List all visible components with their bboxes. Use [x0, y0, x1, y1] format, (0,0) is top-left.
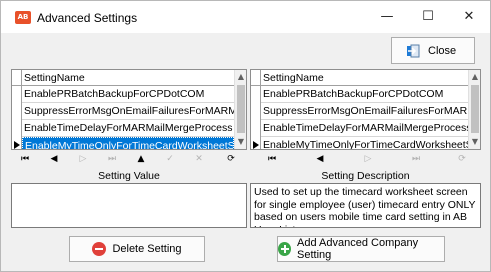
refresh-icon[interactable]: ⟳ — [221, 151, 241, 168]
close-button-label: Close — [428, 44, 457, 57]
row-header[interactable] — [251, 86, 261, 103]
close-window-button[interactable]: ✕ — [454, 7, 484, 27]
table-row[interactable]: SuppressErrorMsgOnEmailFailuresForMARMai… — [12, 103, 234, 120]
settings-grid-scrollbar[interactable]: ▲ ▼ — [234, 70, 246, 149]
description-grid-scrollbar[interactable]: ▲ ▼ — [468, 70, 480, 149]
scroll-up-icon[interactable]: ▲ — [235, 70, 246, 84]
setting-value-field[interactable] — [11, 183, 247, 228]
title-bar[interactable]: AB Advanced Settings — ☐ ✕ — [1, 1, 490, 33]
description-grid[interactable]: SettingName EnablePRBatchBackupForCPDotC… — [250, 69, 481, 150]
scroll-thumb[interactable] — [471, 85, 479, 133]
scroll-up-icon[interactable]: ▲ — [469, 70, 480, 84]
refresh-icon[interactable]: ⟳ — [452, 151, 472, 168]
next-record-icon[interactable]: ▷ — [73, 151, 93, 168]
delete-setting-label: Delete Setting — [112, 243, 182, 255]
exit-door-icon — [407, 44, 420, 57]
current-row-pointer-icon — [14, 141, 20, 149]
toolbar: Close — [1, 33, 490, 67]
table-row[interactable]: EnablePRBatchBackupForCPDotCOM — [251, 86, 468, 103]
current-row-pointer-icon — [253, 141, 259, 149]
row-header[interactable] — [12, 137, 22, 149]
cancel-edit-icon[interactable]: ✕ — [189, 151, 209, 168]
first-record-icon[interactable]: ⏮ — [15, 151, 35, 168]
setting-description-label: Setting Description — [321, 170, 410, 182]
description-grid-header: SettingName — [251, 70, 468, 86]
table-row[interactable]: EnablePRBatchBackupForCPDotCOM — [12, 86, 234, 103]
minimize-button[interactable]: — — [372, 7, 402, 27]
add-record-icon[interactable]: ▲ — [131, 151, 151, 168]
minus-circle-icon — [92, 242, 107, 256]
row-header-corner — [12, 70, 22, 86]
description-grid-rows: EnablePRBatchBackupForCPDotCOM SuppressE… — [251, 86, 468, 149]
row-header[interactable] — [251, 137, 261, 149]
add-setting-label: Add Advanced Company Setting — [297, 237, 419, 261]
table-row[interactable]: EnableMyTimeOnlyForTimeCardWorksheetScre… — [251, 137, 468, 149]
last-record-icon[interactable]: ⏭ — [406, 151, 426, 168]
settings-navigator: ⏮ ◀ ▷ ⏭ ▲ ✓ ✕ ⟳ — [11, 151, 247, 168]
setting-description-field[interactable]: Used to set up the timecard worksheet sc… — [250, 183, 481, 228]
setting-name-cell[interactable]: EnableMyTimeOnlyForTimeCardWorksheetScre… — [261, 137, 468, 149]
advanced-settings-window: AB Advanced Settings — ☐ ✕ Close Setting… — [0, 0, 491, 272]
row-header[interactable] — [12, 103, 22, 120]
next-record-icon[interactable]: ▷ — [358, 151, 378, 168]
app-icon: AB — [15, 11, 31, 24]
maximize-button[interactable]: ☐ — [413, 7, 443, 27]
close-button[interactable]: Close — [391, 37, 475, 64]
setting-name-cell[interactable]: EnableTimeDelayForMARMailMergeProcess — [261, 120, 468, 137]
first-record-icon[interactable]: ⏮ — [262, 151, 282, 168]
setting-name-cell[interactable]: EnablePRBatchBackupForCPDotCOM — [261, 86, 468, 103]
setting-name-cell[interactable]: EnableTimeDelayForMARMailMergeProcess — [22, 120, 234, 137]
scroll-down-icon[interactable]: ▼ — [235, 135, 246, 149]
add-advanced-company-setting-button[interactable]: Add Advanced Company Setting — [277, 236, 445, 262]
table-row-selected[interactable]: EnableMyTimeOnlyForTimeCardWorksheetScre… — [12, 137, 234, 149]
description-navigator: ⏮ ◀ ▷ ⏭ ⟳ — [250, 151, 481, 168]
table-row[interactable]: SuppressErrorMsgOnEmailFailuresForMARMai… — [251, 103, 468, 120]
row-header[interactable] — [12, 86, 22, 103]
prev-record-icon[interactable]: ◀ — [44, 151, 64, 168]
row-header[interactable] — [12, 120, 22, 137]
settings-grid-rows: EnablePRBatchBackupForCPDotCOM SuppressE… — [12, 86, 234, 149]
column-header-settingname[interactable]: SettingName — [24, 72, 85, 84]
row-header[interactable] — [251, 103, 261, 120]
setting-value-label: Setting Value — [98, 170, 160, 182]
settings-grid-header: SettingName — [12, 70, 234, 86]
table-row[interactable]: EnableTimeDelayForMARMailMergeProcess — [251, 120, 468, 137]
column-header-settingname[interactable]: SettingName — [263, 72, 324, 84]
row-header-corner — [251, 70, 261, 86]
scroll-thumb[interactable] — [237, 85, 245, 133]
setting-name-cell[interactable]: SuppressErrorMsgOnEmailFailuresForMARMai… — [261, 103, 468, 120]
last-record-icon[interactable]: ⏭ — [102, 151, 122, 168]
setting-name-cell[interactable]: SuppressErrorMsgOnEmailFailuresForMARMai… — [22, 103, 234, 120]
row-header[interactable] — [251, 120, 261, 137]
table-row[interactable]: EnableTimeDelayForMARMailMergeProcess — [12, 120, 234, 137]
scroll-down-icon[interactable]: ▼ — [469, 135, 480, 149]
window-title: Advanced Settings — [37, 11, 138, 25]
post-edit-icon[interactable]: ✓ — [160, 151, 180, 168]
setting-name-cell[interactable]: EnablePRBatchBackupForCPDotCOM — [22, 86, 234, 103]
setting-name-cell[interactable]: EnableMyTimeOnlyForTimeCardWorksheetScre… — [22, 137, 234, 149]
prev-record-icon[interactable]: ◀ — [310, 151, 330, 168]
settings-grid[interactable]: SettingName EnablePRBatchBackupForCPDotC… — [11, 69, 247, 150]
plus-circle-icon — [278, 242, 291, 256]
delete-setting-button[interactable]: Delete Setting — [69, 236, 205, 262]
